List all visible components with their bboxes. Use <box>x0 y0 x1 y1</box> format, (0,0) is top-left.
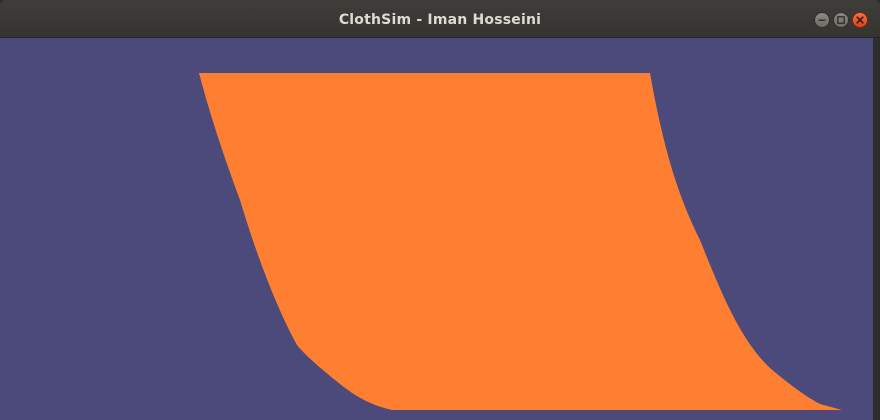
window-title: ClothSim - Iman Hosseini <box>338 12 542 28</box>
maximize-button[interactable] <box>833 12 849 28</box>
title-bar[interactable]: ClothSim - Iman Hosseini <box>0 0 880 38</box>
minimize-button[interactable] <box>814 12 830 28</box>
close-button[interactable] <box>852 12 868 28</box>
scene-canvas <box>0 38 880 420</box>
gl-viewport[interactable] <box>0 38 880 420</box>
window-controls <box>814 12 868 28</box>
close-icon <box>856 16 864 24</box>
minimize-icon <box>818 19 826 21</box>
window-edge <box>873 38 880 420</box>
app-window: ClothSim - Iman Hosseini <box>0 0 880 420</box>
maximize-icon <box>837 16 845 24</box>
